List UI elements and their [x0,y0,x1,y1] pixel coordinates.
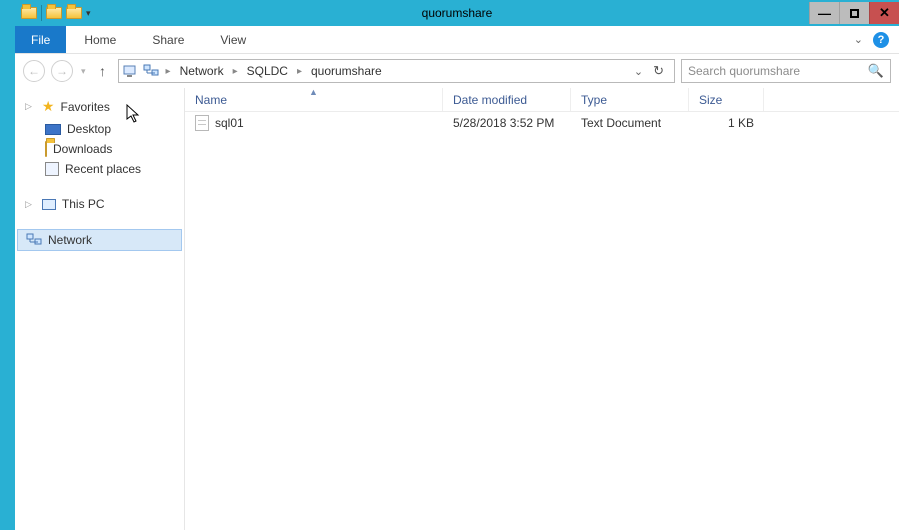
recent-places-icon [45,162,59,176]
address-bar[interactable]: ▸ Network ▸ SQLDC ▸ quorumshare ⌄ ↻ [118,59,675,83]
tree-collapse-icon[interactable]: ▷ [25,199,32,210]
window-buttons: — ✕ [809,2,899,24]
nav-row: ← → ▾ ↑ ▸ Network ▸ SQLDC ▸ quorumshare [15,54,899,88]
sidebar-item-label: Network [48,233,92,247]
text-file-icon [195,115,209,131]
file-list: Name ▲ Date modified Type Size sql01 [185,88,899,530]
title-bar: ▾ quorumshare — ✕ [15,0,899,26]
up-button[interactable]: ↑ [94,62,112,80]
qat-separator [41,5,42,21]
column-header-date[interactable]: Date modified [443,88,571,111]
back-button[interactable]: ← [23,60,45,82]
sidebar-network[interactable]: Network [17,229,182,251]
window-title: quorumshare [15,6,899,20]
body: ▷ ★ Favorites Desktop Downloads Recent p… [15,88,899,530]
sidebar-favorites-label: Favorites [60,100,109,114]
quick-access-toolbar: ▾ [15,5,91,21]
tab-home[interactable]: Home [66,26,134,53]
address-history-icon[interactable]: ⌄ [634,65,643,78]
search-icon: 🔍 [868,63,884,79]
ribbon-expand-icon[interactable]: ⌄ [854,33,863,46]
sidebar-item-label: Desktop [67,122,111,136]
address-network-icon [143,64,159,78]
search-placeholder: Search quorumshare [688,64,800,78]
file-row[interactable]: sql01 5/28/2018 3:52 PM Text Document 1 … [185,112,899,134]
qat-newfolder-icon[interactable] [66,7,82,19]
ribbon: File Home Share View ⌄ ? [15,26,899,54]
crumb-sep-icon[interactable]: ▸ [163,66,174,77]
column-header-name[interactable]: Name ▲ [185,88,443,111]
history-dropdown-icon[interactable]: ▾ [79,66,88,77]
file-name: sql01 [215,116,244,130]
sidebar-this-pc[interactable]: ▷ This PC [15,193,184,215]
desktop-icon [45,124,61,135]
file-size: 1 KB [689,116,764,130]
this-pc-icon [42,199,56,210]
refresh-icon[interactable]: ↻ [653,63,664,79]
close-button[interactable]: ✕ [869,2,899,24]
qat-properties-icon[interactable] [46,7,62,19]
sidebar-item-label: Recent places [65,162,141,176]
column-headers: Name ▲ Date modified Type Size [185,88,899,112]
app-folder-icon [21,7,37,19]
file-type: Text Document [571,116,689,130]
file-date: 5/28/2018 3:52 PM [443,116,571,130]
tab-view[interactable]: View [202,26,264,53]
crumb-sep-icon[interactable]: ▸ [294,66,305,77]
crumb-sqldc[interactable]: SQLDC [245,64,290,78]
crumb-quorumshare[interactable]: quorumshare [309,64,384,78]
sidebar-item-recent[interactable]: Recent places [15,159,184,179]
forward-button[interactable]: → [51,60,73,82]
tab-share[interactable]: Share [134,26,202,53]
explorer-window: ▾ quorumshare — ✕ File Home Share View ⌄… [14,0,899,530]
sidebar-item-label: Downloads [53,142,112,156]
minimize-button[interactable]: — [809,2,839,24]
sidebar-favorites[interactable]: ▷ ★ Favorites [15,94,184,119]
search-input[interactable]: Search quorumshare 🔍 [681,59,891,83]
maximize-button[interactable] [839,2,869,24]
crumb-network[interactable]: Network [178,64,226,78]
crumb-sep-icon[interactable]: ▸ [230,66,241,77]
tree-collapse-icon[interactable]: ▷ [25,101,32,112]
qat-customize-icon[interactable]: ▾ [86,8,91,19]
sidebar: ▷ ★ Favorites Desktop Downloads Recent p… [15,88,185,530]
column-header-type[interactable]: Type [571,88,689,111]
help-icon[interactable]: ? [873,32,889,48]
sidebar-item-label: This PC [62,197,105,211]
network-icon [26,233,42,247]
sidebar-item-desktop[interactable]: Desktop [15,119,184,139]
sort-ascending-icon: ▲ [309,88,318,97]
sidebar-item-downloads[interactable]: Downloads [15,139,184,159]
star-icon: ★ [42,98,55,115]
downloads-icon [45,142,47,156]
column-header-size[interactable]: Size [689,88,764,111]
file-tab[interactable]: File [15,26,66,53]
address-this-pc-icon [123,64,139,78]
